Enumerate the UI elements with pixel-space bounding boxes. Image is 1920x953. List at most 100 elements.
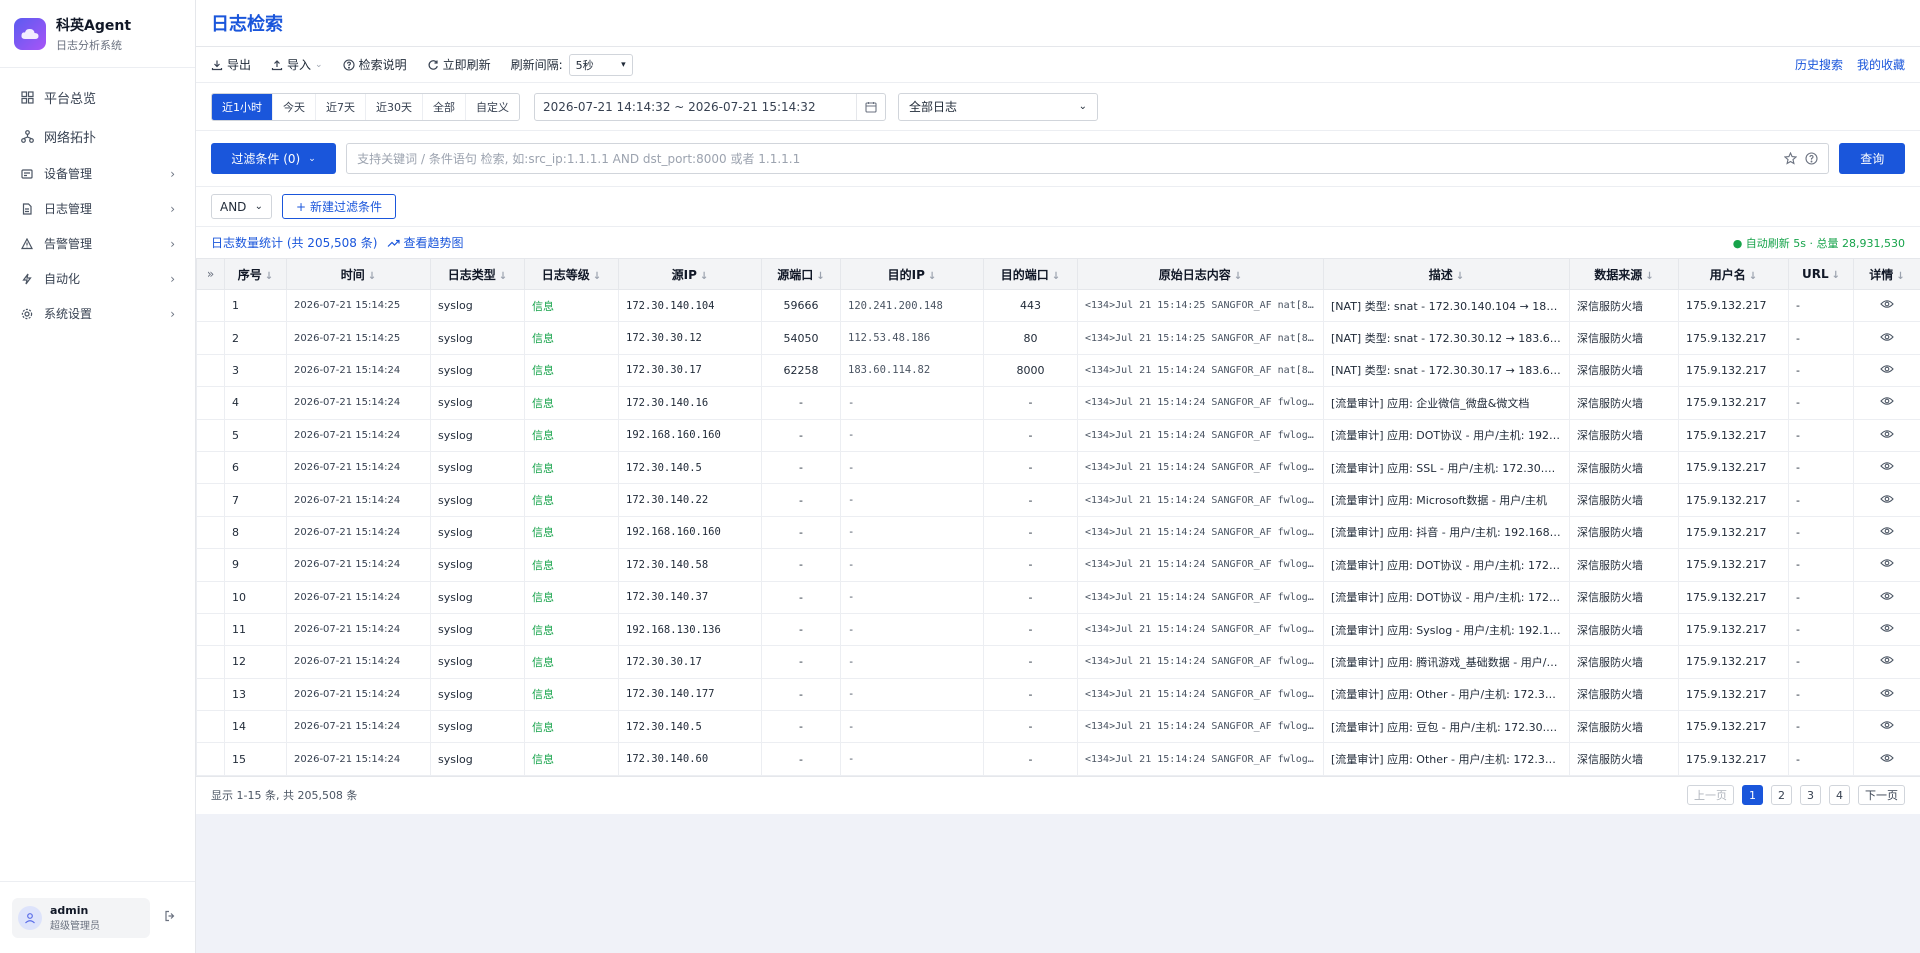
- col-header[interactable]: 详情 ↓: [1853, 258, 1920, 290]
- time-range-7d[interactable]: 近7天: [316, 93, 366, 120]
- row-source: 深信服防火墙: [1569, 580, 1679, 614]
- col-header[interactable]: 序号 ↓: [224, 258, 287, 290]
- logic-select[interactable]: AND ⌄: [211, 194, 272, 219]
- page-button[interactable]: 3: [1800, 785, 1821, 806]
- col-header[interactable]: 原始日志内容 ↓: [1077, 258, 1324, 290]
- query-button[interactable]: 查询: [1839, 143, 1905, 174]
- time-range-all[interactable]: 全部: [423, 93, 466, 120]
- table-row[interactable]: 7 2026-07-21 15:14:24 syslog 信息 172.30.140.2…: [196, 483, 1920, 517]
- view-detail-icon[interactable]: [1853, 288, 1920, 323]
- view-detail-icon[interactable]: [1853, 548, 1920, 582]
- row-index: 6: [224, 450, 287, 485]
- col-header[interactable]: 目的IP ↓: [840, 258, 984, 290]
- table-row[interactable]: 14 2026-07-21 15:14:24 syslog 信息 172.30.140.…: [196, 710, 1920, 744]
- import-button[interactable]: 导入 ⌄: [271, 56, 323, 73]
- favorites-link[interactable]: 我的收藏: [1857, 56, 1905, 73]
- view-detail-icon[interactable]: [1853, 386, 1920, 420]
- time-range-today[interactable]: 今天: [273, 93, 316, 120]
- sidebar-item-devices[interactable]: 设备管理 ›: [0, 156, 195, 191]
- col-header[interactable]: 数据来源 ↓: [1569, 258, 1679, 290]
- view-detail-icon[interactable]: [1853, 483, 1920, 517]
- filter-conditions-button[interactable]: 过滤条件 (0) ⌄: [211, 143, 337, 174]
- sidebar-item-alerts[interactable]: 告警管理 ›: [0, 226, 195, 261]
- view-detail-icon[interactable]: [1853, 580, 1920, 614]
- table-row[interactable]: 2 2026-07-21 15:14:25 syslog 信息 172.30.30.12…: [196, 321, 1920, 355]
- table-row[interactable]: 13 2026-07-21 15:14:24 syslog 信息 172.30.140.…: [196, 677, 1920, 712]
- chevron-down-icon: ⌄: [315, 59, 323, 70]
- time-range-1h[interactable]: 近1小时: [212, 93, 273, 120]
- row-log-type: syslog: [430, 386, 525, 420]
- row-source: 深信服防火墙: [1569, 742, 1679, 776]
- settings-icon: [20, 307, 34, 321]
- sidebar-item-settings[interactable]: 系统设置 ›: [0, 296, 195, 331]
- view-detail-icon[interactable]: [1853, 677, 1920, 712]
- table-row[interactable]: 15 2026-07-21 15:14:24 syslog 信息 172.30.140.…: [196, 742, 1920, 776]
- table-row[interactable]: 6 2026-07-21 15:14:24 syslog 信息 172.30.140.5…: [196, 450, 1920, 485]
- view-detail-icon[interactable]: [1853, 321, 1920, 355]
- sidebar-item-automation[interactable]: 自动化 ›: [0, 261, 195, 296]
- logout-icon[interactable]: [164, 910, 176, 926]
- row-username: 175.9.132.217: [1678, 548, 1789, 582]
- col-header[interactable]: 用户名 ↓: [1678, 258, 1789, 290]
- col-header[interactable]: 源端口 ↓: [761, 258, 841, 290]
- chevron-right-icon: ›: [170, 201, 175, 216]
- export-button[interactable]: 导出: [211, 56, 251, 73]
- user-card[interactable]: admin 超级管理员: [12, 897, 150, 938]
- table-row[interactable]: 4 2026-07-21 15:14:24 syslog 信息 172.30.140.1…: [196, 386, 1920, 420]
- next-page-button[interactable]: 下一页: [1858, 785, 1905, 806]
- row-url: -: [1788, 353, 1854, 388]
- row-log-level: 信息: [524, 321, 619, 355]
- date-range-picker[interactable]: 2026-07-21 14:14:32 ~ 2026-07-21 15:14:3…: [534, 92, 886, 121]
- col-header[interactable]: 描述 ↓: [1323, 258, 1570, 290]
- view-detail-icon[interactable]: [1853, 353, 1920, 388]
- sidebar-item-logs[interactable]: 日志管理 ›: [0, 191, 195, 226]
- search-input[interactable]: 支持关键词 / 条件语句 检索, 如:src_ip:1.1.1.1 AND ds…: [346, 143, 1830, 174]
- view-detail-icon[interactable]: [1853, 515, 1920, 550]
- table-row[interactable]: 10 2026-07-21 15:14:24 syslog 信息 172.30.140.…: [196, 580, 1920, 614]
- page-button[interactable]: 1: [1742, 785, 1763, 806]
- table-row[interactable]: 1 2026-07-21 15:14:25 syslog 信息 172.30.140.1…: [196, 288, 1920, 323]
- row-log-level: 信息: [524, 645, 619, 679]
- sidebar-item-topology[interactable]: 网络拓扑: [0, 117, 195, 156]
- refresh-button[interactable]: 立即刷新: [427, 56, 491, 73]
- expand-all-icon[interactable]: »: [196, 258, 225, 290]
- time-range-custom[interactable]: 自定义: [466, 94, 519, 120]
- table-row[interactable]: 8 2026-07-21 15:14:24 syslog 信息 192.168.160.…: [196, 515, 1920, 550]
- sidebar-item-overview[interactable]: 平台总览: [0, 78, 195, 117]
- trend-link[interactable]: 查看趋势图: [387, 234, 463, 251]
- sidebar-item-label: 平台总览: [44, 92, 97, 107]
- table-row[interactable]: 12 2026-07-21 15:14:24 syslog 信息 172.30.30.1…: [196, 645, 1920, 679]
- table-row[interactable]: 5 2026-07-21 15:14:24 syslog 信息 192.168.160.…: [196, 418, 1920, 452]
- row-src-port: 62258: [761, 353, 841, 388]
- help-circle-icon[interactable]: [1805, 152, 1818, 165]
- page-button[interactable]: 2: [1771, 785, 1792, 806]
- view-detail-icon[interactable]: [1853, 450, 1920, 485]
- log-type-select[interactable]: 全部日志 ⌄: [898, 92, 1098, 121]
- table-row[interactable]: 11 2026-07-21 15:14:24 syslog 信息 192.168.130…: [196, 612, 1920, 647]
- view-detail-icon[interactable]: [1853, 645, 1920, 679]
- col-header[interactable]: 源IP ↓: [618, 258, 762, 290]
- interval-select[interactable]: 5秒 ▾: [568, 53, 633, 76]
- col-header[interactable]: 日志等级 ↓: [524, 258, 619, 290]
- page-button[interactable]: 4: [1829, 785, 1850, 806]
- star-icon[interactable]: [1784, 152, 1798, 165]
- new-condition-label: 新建过滤条件: [310, 200, 383, 214]
- row-log-level: 信息: [524, 580, 619, 614]
- view-detail-icon[interactable]: [1853, 418, 1920, 452]
- history-link[interactable]: 历史搜索: [1795, 56, 1843, 73]
- col-header[interactable]: 时间 ↓: [286, 258, 431, 290]
- table-row[interactable]: 3 2026-07-21 15:14:24 syslog 信息 172.30.30.17…: [196, 353, 1920, 388]
- col-header[interactable]: URL ↓: [1788, 258, 1854, 290]
- row-src-port: -: [761, 548, 841, 582]
- new-condition-button[interactable]: + 新建过滤条件: [282, 194, 396, 219]
- prev-page-button[interactable]: 上一页: [1687, 785, 1734, 806]
- view-detail-icon[interactable]: [1853, 742, 1920, 776]
- table-row[interactable]: 9 2026-07-21 15:14:24 syslog 信息 172.30.140.5…: [196, 548, 1920, 582]
- col-header[interactable]: 日志类型 ↓: [430, 258, 525, 290]
- device-icon: [20, 167, 34, 181]
- view-detail-icon[interactable]: [1853, 710, 1920, 744]
- view-detail-icon[interactable]: [1853, 612, 1920, 647]
- time-range-30d[interactable]: 近30天: [366, 93, 423, 120]
- col-header[interactable]: 目的端口 ↓: [983, 258, 1078, 290]
- help-button[interactable]: 检索说明: [343, 56, 407, 73]
